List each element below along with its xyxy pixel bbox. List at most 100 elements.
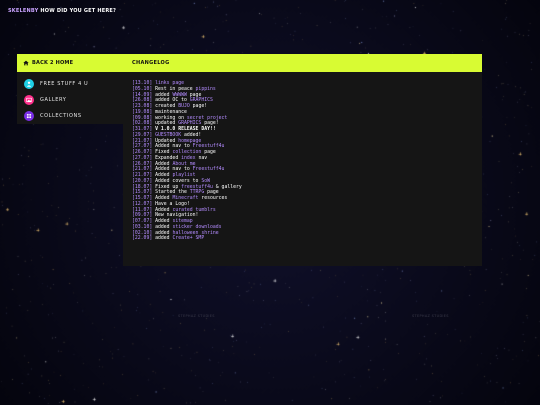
home-icon [23,60,29,66]
changelog-panel: CHANGELOG [13.10] links page [05.10] Rest… [123,54,482,266]
sidebar-item-label: FREE STUFF 4 U [40,81,89,87]
entry-date: [23.08] [132,104,153,109]
entry-link[interactable]: sticker downloads [172,225,221,230]
entry-text: Started the [155,190,190,196]
entry-text: updated [155,121,179,127]
entry-link[interactable]: links page [155,81,184,86]
sidebar-item-collections[interactable]: COLLECTIONS [17,108,123,124]
entry-date: [22.09] [132,236,153,242]
entry-text: Added [155,161,173,167]
entry-text: Rest in peace [155,86,196,92]
entry-date: [03.10] [132,224,153,230]
entry-text: resources [198,196,228,201]
watermark-right: STEPHAZ STUDIES [412,314,449,318]
entry-text: added [155,230,173,236]
entry-link[interactable]: GRAPHICS [190,98,213,103]
entry-date: [09.08] [132,115,153,121]
entry-text: page [201,150,216,155]
sidebar-item-gallery[interactable]: GALLERY [17,92,123,108]
entry-text: Have a Logo! [155,201,190,207]
site-tagline: HOW DID YOU GET HERE? [40,8,117,14]
entry-link[interactable]: playlist [172,173,195,178]
watermark-left: STEPHAZ STUDIES [178,314,215,318]
sidebar-item-free-stuff[interactable]: FREE STUFF 4 U [17,76,123,92]
entry-link[interactable]: TTRPG [190,190,204,195]
entry-text: added [155,92,173,98]
entry-text: added! [181,132,202,138]
entry-date: [26.07] [132,161,153,167]
changelog-entry: [22.09] added Create+ SMP [132,236,482,242]
entry-text: V 1.0.0 RELEASE DAY!! [155,127,216,132]
entry-date: [15.07] [132,196,153,201]
site-title[interactable]: SKELENBY HOW DID YOU GET HERE? [8,8,116,14]
entry-text: page! [201,121,219,127]
entry-date: [11.07] [132,207,153,213]
entry-date: [02.10] [132,230,153,236]
entry-link[interactable]: Minecraft [172,196,198,201]
entry-date: [14.09] [132,92,153,98]
entry-date: [29.07] [132,132,153,138]
entry-link[interactable]: GUESTBOOK [155,133,181,138]
entry-link[interactable]: sitemap [172,219,192,224]
entry-text: created [155,104,179,109]
entry-link[interactable]: halloween shrine [172,231,218,236]
entry-text: Added [155,196,173,201]
entry-date: [18.07] [132,184,153,190]
entry-link[interactable]: BUJO [178,104,190,109]
entry-link[interactable]: Create+ SMP [172,236,204,241]
entry-link[interactable]: collection [172,150,201,155]
entry-text: & gallery [212,184,242,190]
entry-date: [13.10] [132,81,153,86]
entry-link[interactable]: index [181,156,195,161]
entry-date: [21.07] [132,138,153,144]
changelog-title: CHANGELOG [123,54,482,72]
entry-text: working on [155,115,187,121]
entry-link[interactable]: Freestuff4u [193,167,225,172]
entry-link[interactable]: SoW [201,179,210,184]
entry-text: Added nav to [155,144,193,150]
entry-date: [19.08] [132,109,153,115]
entry-text: Expanded [155,155,182,161]
entry-text: added OC to [155,98,190,104]
entry-text: Added [155,173,173,178]
back-home-button[interactable]: BACK 2 HOME [17,54,123,72]
person-icon [24,79,34,89]
entry-link[interactable]: About me [172,162,195,167]
changelog-list: [13.10] links page [05.10] Rest in peace … [123,72,482,242]
entry-text: added [155,236,173,242]
entry-date: [12.07] [132,201,153,207]
entry-text: Fixed up [155,184,182,190]
entry-text: added [155,224,173,230]
entry-text: maintenance [155,109,187,115]
entry-link[interactable]: WWWWW [172,93,186,98]
site-name[interactable]: SKELENBY [8,8,38,14]
entry-link[interactable]: secret project [187,116,227,121]
entry-text: nav [195,155,208,161]
entry-date: [21.07] [132,173,153,178]
back-home-label: BACK 2 HOME [32,60,74,66]
entry-text: Added nav to [155,167,193,173]
entry-link[interactable]: homepage [178,139,201,144]
entry-date: [27.07] [132,155,153,161]
entry-date: [15.07] [132,190,153,196]
entry-text: page [204,190,219,196]
entry-text: Updated [155,138,179,144]
entry-link[interactable]: Freestuff4u [193,144,225,149]
entry-date: [21.07] [132,167,153,173]
sidebar-item-label: COLLECTIONS [40,113,82,119]
entry-date: [27.07] [132,144,153,150]
sidebar-item-label: GALLERY [40,97,67,103]
image-icon [24,95,34,105]
entry-text: page! [189,104,208,109]
entry-link[interactable]: pippins [196,87,216,92]
entry-date: [26.07] [132,150,153,155]
entry-text: New navigation! [155,213,199,219]
entry-date: [20.07] [132,178,153,184]
entry-date: [26.08] [132,98,153,104]
entry-link[interactable]: GRAPHICS [178,121,201,126]
entry-link[interactable]: curated tumblrs [172,208,215,213]
entry-text: page [186,92,202,98]
entry-date: [07.07] [132,219,153,224]
entry-link[interactable]: freestuff4u [181,185,213,190]
entry-text: Added covers to [155,178,202,184]
